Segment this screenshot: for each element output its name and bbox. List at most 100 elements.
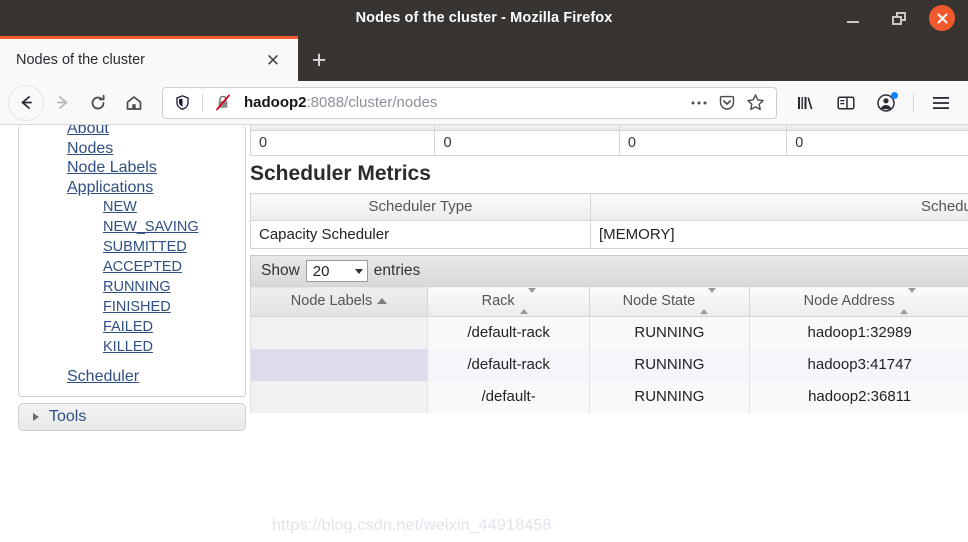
forward-arrow-icon	[56, 96, 67, 109]
header-scheduling-resource-type: Scheduling Resource Type	[590, 193, 968, 221]
sidebar-item-new-saving[interactable]: NEW_SAVING	[103, 217, 237, 237]
sidebar-item-applications[interactable]: Applications	[67, 178, 237, 198]
library-button[interactable]	[787, 85, 825, 121]
reload-icon	[91, 94, 105, 109]
sidebar-icon	[837, 95, 855, 110]
sidebar-item-accepted[interactable]: ACCEPTED	[103, 257, 237, 277]
home-button[interactable]	[116, 85, 152, 121]
toolbar-divider	[913, 92, 914, 113]
cell-node-address: hadoop1:32989	[748, 316, 968, 349]
sidebar-button[interactable]	[827, 85, 865, 121]
account-notification-badge	[891, 91, 898, 99]
tab-strip: Nodes of the cluster ✕ +	[0, 36, 968, 81]
nodes-table: Node Labels Rack Node State Node Address…	[250, 286, 968, 413]
sidebar-nav-box: About Nodes Node Labels Applications NEW…	[18, 125, 246, 397]
chevron-right-icon	[33, 413, 39, 421]
app-menu-button[interactable]	[922, 85, 960, 121]
sidebar-item-new[interactable]: NEW	[103, 197, 237, 217]
sidebar-link-submitted[interactable]: SUBMITTED	[103, 239, 187, 255]
navigation-toolbar: hadoop2:8088/cluster/nodes	[0, 81, 968, 125]
sidebar-link-about[interactable]: About	[67, 125, 109, 137]
main-content: Apps Submitted Apps Pending Apps Running…	[250, 125, 968, 542]
cluster-metrics-table: Apps Submitted Apps Pending Apps Running…	[250, 125, 968, 156]
sidebar-link-new[interactable]: NEW	[103, 199, 137, 215]
sidebar-item-node-labels[interactable]: Node Labels	[67, 158, 237, 178]
cell-node-state: RUNNING	[589, 316, 750, 349]
sidebar-item-finished[interactable]: FINISHED	[103, 297, 237, 317]
account-button[interactable]	[867, 85, 905, 121]
sidebar-link-node-labels[interactable]: Node Labels	[67, 159, 157, 176]
sidebar-link-finished[interactable]: FINISHED	[103, 299, 171, 315]
nodes-table-body: /default-rack RUNNING hadoop1:32989 hado…	[250, 316, 968, 413]
page-actions-icon[interactable]	[686, 90, 712, 116]
bookmark-star-icon[interactable]	[742, 90, 768, 116]
header-node-state[interactable]: Node State	[589, 286, 750, 317]
sidebar-link-accepted[interactable]: ACCEPTED	[103, 259, 182, 275]
sidebar-item-about[interactable]: About	[67, 125, 237, 139]
sidebar-link-killed[interactable]: KILLED	[103, 339, 153, 355]
hamburger-menu-icon	[933, 96, 949, 109]
sidebar-link-nodes[interactable]: Nodes	[67, 140, 113, 157]
cell-node-address: hadoop2:36811	[748, 381, 968, 413]
home-icon	[126, 95, 142, 110]
header-node-address[interactable]: Node Address	[748, 286, 968, 317]
pocket-icon[interactable]	[714, 90, 740, 116]
header-rack[interactable]: Rack	[426, 286, 591, 317]
reload-button[interactable]	[80, 85, 116, 121]
window-controls	[830, 0, 968, 36]
insecure-lock-icon[interactable]	[210, 90, 236, 116]
table-row[interactable]: /default-rack RUNNING hadoop3:41747 hado…	[250, 349, 968, 381]
sidebar-primary-list: About Nodes Node Labels Applications NEW…	[27, 125, 237, 387]
sidebar-link-applications[interactable]: Applications	[67, 179, 153, 196]
chevron-down-icon	[354, 269, 363, 274]
sidebar-item-killed[interactable]: KILLED	[103, 337, 237, 357]
minimize-button[interactable]	[830, 0, 876, 36]
header-node-state-label: Node State	[622, 293, 696, 309]
sidebar-link-failed[interactable]: FAILED	[103, 319, 153, 335]
maximize-button[interactable]	[876, 0, 922, 36]
sidebar-item-nodes[interactable]: Nodes	[67, 139, 237, 159]
cell-apps-running: 0	[618, 130, 788, 156]
new-tab-button[interactable]: +	[298, 39, 340, 81]
sidebar-item-scheduler[interactable]: Scheduler	[67, 367, 237, 387]
close-button[interactable]	[922, 0, 968, 36]
sidebar-link-running[interactable]: RUNNING	[103, 279, 171, 295]
library-icon	[798, 96, 813, 109]
cell-node-address: hadoop3:41747	[748, 349, 968, 381]
tab-close-icon[interactable]: ✕	[262, 49, 284, 71]
sidebar-tools-section[interactable]: Tools	[18, 403, 246, 431]
table-row[interactable]: /default- RUNNING hadoop2:36811 hadoop2:…	[250, 381, 968, 413]
scheduler-row: Capacity Scheduler [MEMORY]	[250, 220, 968, 249]
sidebar-item-running[interactable]: RUNNING	[103, 277, 237, 297]
page-size-select[interactable]: 20	[305, 260, 368, 282]
header-scheduler-type: Scheduler Type	[250, 193, 591, 221]
forward-button[interactable]	[44, 85, 80, 121]
cell-rack: /default-rack	[426, 316, 591, 349]
back-button[interactable]	[8, 84, 44, 121]
url-text[interactable]: hadoop2:8088/cluster/nodes	[244, 94, 684, 111]
table-row[interactable]: /default-rack RUNNING hadoop1:32989 hado…	[250, 316, 968, 349]
cell-scheduler-type: Capacity Scheduler	[250, 220, 591, 249]
header-node-labels[interactable]: Node Labels	[250, 286, 428, 317]
cluster-metrics-wrap: Apps Submitted Apps Pending Apps Running…	[250, 125, 968, 156]
sidebar-item-submitted[interactable]: SUBMITTED	[103, 237, 237, 257]
browser-tab[interactable]: Nodes of the cluster ✕	[0, 36, 298, 81]
sidebar-application-states: NEW NEW_SAVING SUBMITTED ACCEPTED RUNNIN…	[67, 197, 237, 357]
scheduler-header-row: Scheduler Type Scheduling Resource Type	[250, 193, 968, 221]
cluster-metrics-row: 0 0 0 0 0 0 B 24 GB	[250, 130, 968, 156]
cell-apps-submitted: 0	[250, 130, 436, 156]
url-bar[interactable]: hadoop2:8088/cluster/nodes	[162, 86, 777, 119]
entries-label: entries	[373, 262, 421, 279]
shield-icon[interactable]	[169, 90, 195, 116]
sidebar-link-scheduler[interactable]: Scheduler	[67, 368, 139, 385]
cell-apps-completed: 0	[786, 130, 968, 156]
cell-node-labels	[250, 381, 428, 413]
nodes-header-row: Node Labels Rack Node State Node Address…	[250, 286, 968, 317]
url-host: hadoop2	[244, 94, 307, 111]
sidebar-item-failed[interactable]: FAILED	[103, 317, 237, 337]
sidebar-link-new-saving[interactable]: NEW_SAVING	[103, 219, 199, 235]
cell-node-labels	[250, 349, 428, 381]
window-title: Nodes of the cluster - Mozilla Firefox	[355, 10, 613, 26]
sort-ascending-icon	[377, 298, 388, 305]
header-rack-label: Rack	[481, 293, 515, 309]
